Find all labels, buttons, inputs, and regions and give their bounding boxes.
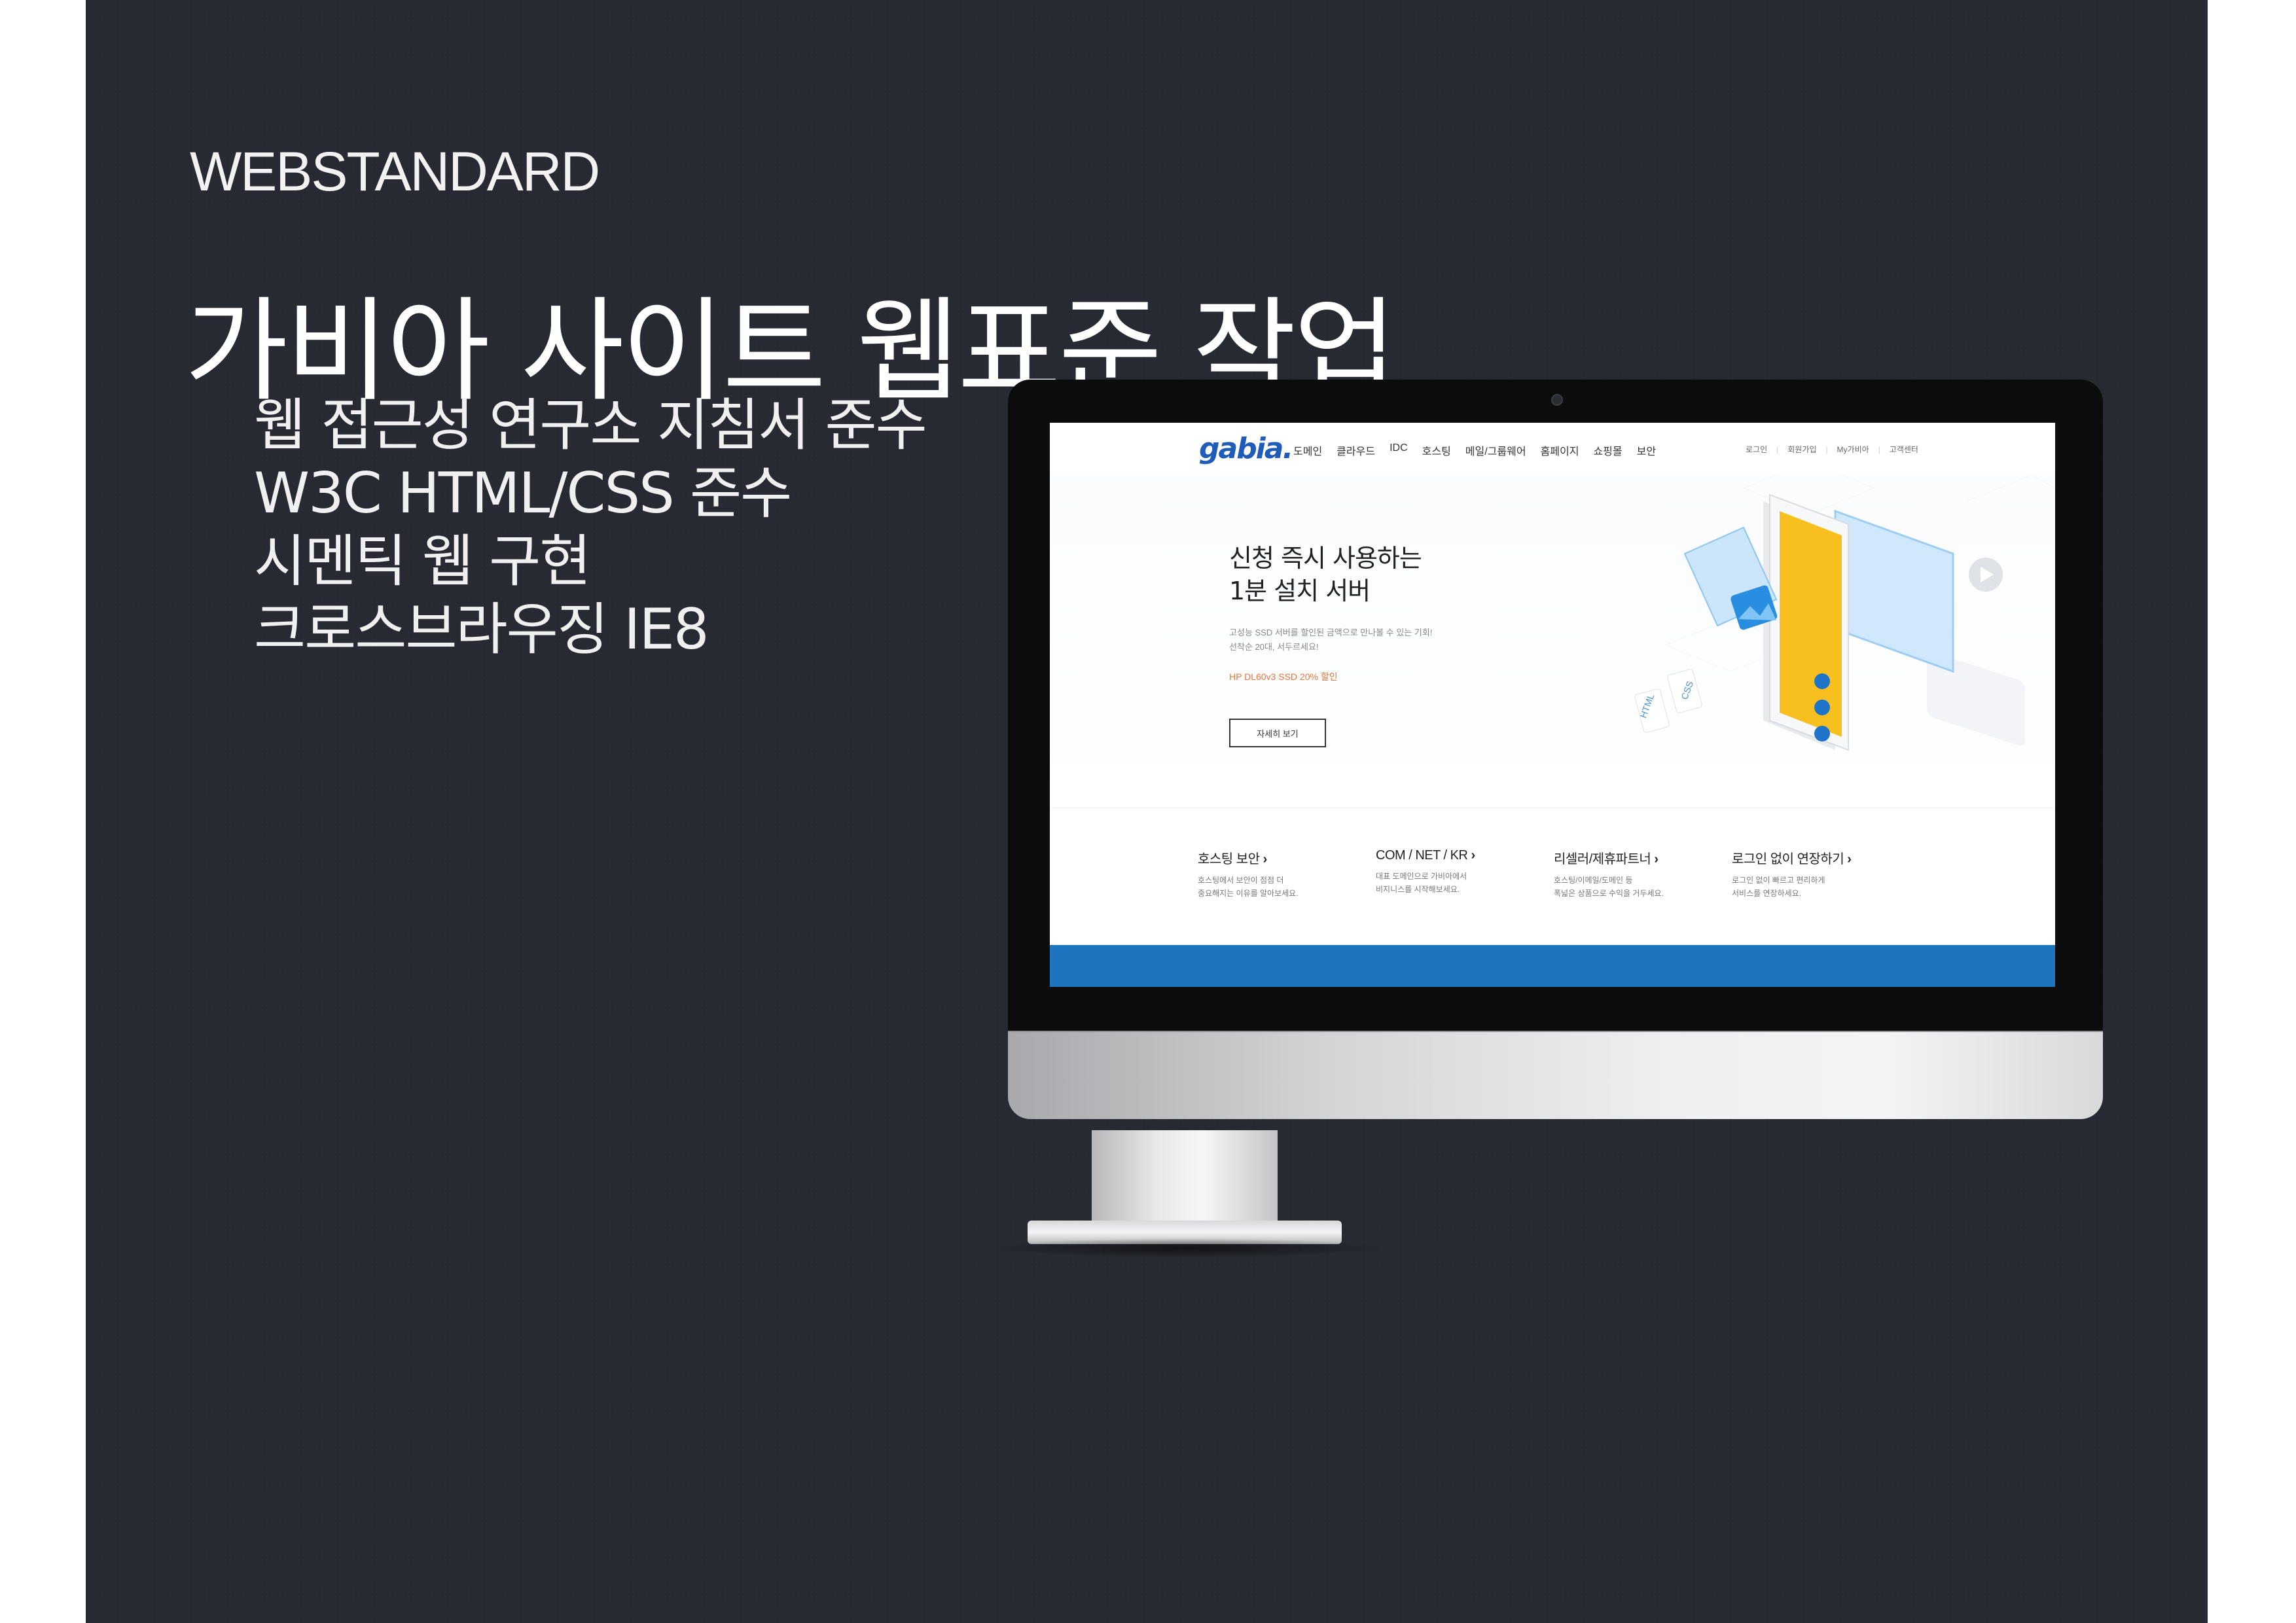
quick-link-title: 호스팅 보안 (1198, 848, 1376, 867)
website-screen: gabia. 도메인 클라우드 IDC 호스팅 메일/그룹웨어 홈페이지 쇼핑몰… (1050, 423, 2055, 987)
quick-link-desc: 로그인 없이 빠르고 편리하게 서비스를 연장하세요. (1732, 874, 1910, 900)
hero-promo[interactable]: HP DL60v3 SSD 20% 할인 (1229, 670, 1338, 683)
site-header: gabia. 도메인 클라우드 IDC 호스팅 메일/그룹웨어 홈페이지 쇼핑몰… (1050, 423, 2055, 476)
nav-item-cloud[interactable]: 클라우드 (1336, 442, 1375, 458)
quick-link-desc: 대표 도메인으로 가비아에서 비지니스를 시작해보세요. (1376, 870, 1554, 896)
corner-tab-top-left (0, 0, 86, 71)
stand-neck (1092, 1130, 1278, 1223)
tablet-screen (1780, 511, 1842, 737)
quick-link-card[interactable]: 리셀러/제휴파트너 호스팅/이메일/도메인 등 폭넓은 상품으로 수익을 거두세… (1554, 848, 1732, 907)
quick-link-card[interactable]: COM / NET / KR 대표 도메인으로 가비아에서 비지니스를 시작해보… (1376, 848, 1554, 907)
code-labels: HTML CSS (1634, 669, 1702, 733)
nav-item-domain[interactable]: 도메인 (1293, 442, 1322, 458)
feature-item: 웹 접근성 연구소 지침서 준수 (254, 393, 927, 458)
quick-link-card[interactable]: 로그인 없이 연장하기 로그인 없이 빠르고 편리하게 서비스를 연장하세요. (1732, 848, 1910, 907)
stand-shadow (982, 1238, 1388, 1258)
quick-link-desc-line: 폭넓은 상품으로 수익을 거두세요. (1554, 889, 1664, 898)
utility-nav: 로그인 회원가입 My가비아 고객센터 (1746, 444, 1918, 455)
slide-eyebrow: WEBSTANDARD (190, 141, 600, 202)
imac-mockup: gabia. 도메인 클라우드 IDC 호스팅 메일/그룹웨어 홈페이지 쇼핑몰… (1008, 380, 2103, 1132)
quick-link-desc-line: 로그인 없이 빠르고 편리하게 (1732, 876, 1825, 885)
settings-icon (1814, 700, 1830, 715)
corner-tab-bottom-left (0, 1546, 86, 1623)
nav-item-idc[interactable]: IDC (1390, 442, 1408, 458)
details-button[interactable]: 자세히 보기 (1229, 719, 1326, 747)
link-icon (1814, 673, 1830, 689)
hero-desc-line: 고성능 SSD 서버를 할인된 금액으로 만나볼 수 있는 기회! (1229, 628, 1433, 637)
util-support[interactable]: 고객센터 (1878, 444, 1918, 455)
shield-icon (1814, 726, 1830, 741)
quick-link-desc: 호스팅/이메일/도메인 등 폭넓은 상품으로 수익을 거두세요. (1554, 874, 1732, 900)
nav-item-hosting[interactable]: 호스팅 (1422, 442, 1451, 458)
feature-item: 크로스브라우징 IE8 (254, 597, 709, 662)
hero-title-line: 신청 즉시 사용하는 (1229, 544, 1422, 573)
util-login[interactable]: 로그인 (1746, 444, 1767, 455)
quick-link-desc-line: 대표 도메인으로 가비아에서 (1376, 872, 1467, 881)
gabia-logo[interactable]: gabia. (1199, 432, 1293, 465)
quick-link-desc: 호스팅에서 보안이 점점 더 중요해지는 이유를 알아보세요. (1198, 874, 1376, 900)
quick-link-desc-line: 호스팅에서 보안이 점점 더 (1198, 876, 1284, 885)
nav-item-mail[interactable]: 메일/그룹웨어 (1465, 442, 1526, 458)
monitor-bezel: gabia. 도메인 클라우드 IDC 호스팅 메일/그룹웨어 홈페이지 쇼핑몰… (1008, 380, 2103, 1031)
quick-link-title: 로그인 없이 연장하기 (1732, 848, 1910, 867)
nav-item-shop[interactable]: 쇼핑몰 (1593, 442, 1622, 458)
hero-illustration: HTML CSS (1634, 475, 2055, 751)
quick-link-title: 리셀러/제휴파트너 (1554, 848, 1732, 867)
feature-item: 시멘틱 웹 구현 (254, 529, 591, 594)
corner-tab-bottom-right (2208, 1546, 2296, 1623)
quick-link-desc-line: 호스팅/이메일/도메인 등 (1554, 876, 1633, 885)
feature-item: W3C HTML/CSS 준수 (254, 461, 792, 526)
corner-tab-top-right (2208, 0, 2296, 71)
hero-desc-line: 선착순 20대, 서두르세요! (1229, 642, 1319, 652)
monitor-chin (1008, 1031, 2103, 1119)
footer-bar (1050, 945, 2055, 987)
hero-banner: 신청 즉시 사용하는 1분 설치 서버 고성능 SSD 서버를 할인된 금액으로… (1050, 475, 2055, 808)
quick-link-desc-line: 중요해지는 이유를 알아보세요. (1198, 889, 1299, 898)
quick-link-card[interactable]: 호스팅 보안 호스팅에서 보안이 점점 더 중요해지는 이유를 알아보세요. (1198, 848, 1376, 907)
nav-item-homepage[interactable]: 홈페이지 (1541, 442, 1579, 458)
webcam (1551, 394, 1563, 406)
quick-link-desc-line: 비지니스를 시작해보세요. (1376, 885, 1460, 894)
nav-item-security[interactable]: 보안 (1637, 442, 1656, 458)
monitor-stand (1028, 1130, 1342, 1244)
feature-list: 웹 접근성 연구소 지침서 준수 W3C HTML/CSS 준수 시멘틱 웹 구… (254, 391, 927, 664)
main-nav: 도메인 클라우드 IDC 호스팅 메일/그룹웨어 홈페이지 쇼핑몰 보안 (1293, 442, 1656, 458)
quick-link-title: COM / NET / KR (1376, 848, 1554, 863)
hero-title-line: 1분 설치 서버 (1229, 577, 1371, 605)
hero-description: 고성능 SSD 서버를 할인된 금액으로 만나볼 수 있는 기회! 선착순 20… (1229, 626, 1504, 654)
quick-link-desc-line: 서비스를 연장하세요. (1732, 889, 1802, 898)
hero-title: 신청 즉시 사용하는 1분 설치 서버 (1229, 542, 1491, 607)
quick-links: 호스팅 보안 호스팅에서 보안이 점점 더 중요해지는 이유를 알아보세요. C… (1198, 848, 1918, 907)
folder-card (1834, 509, 1954, 673)
util-signup[interactable]: 회원가입 (1776, 444, 1816, 455)
util-mygabia[interactable]: My가비아 (1825, 444, 1869, 455)
